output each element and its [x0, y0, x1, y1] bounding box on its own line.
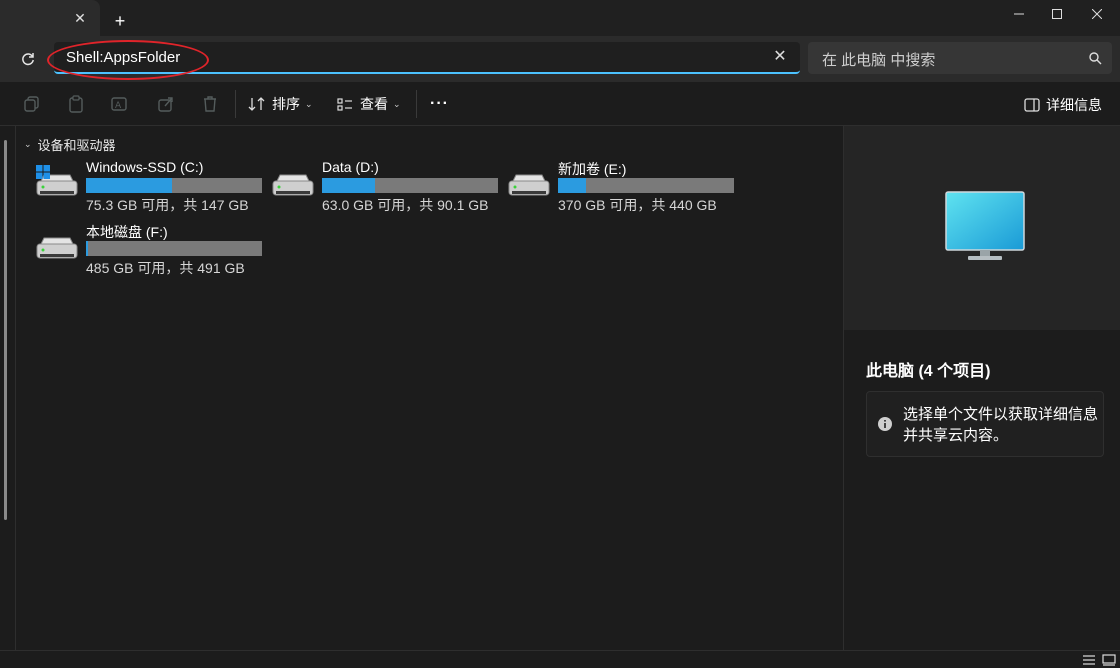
- refresh-button[interactable]: [18, 49, 38, 69]
- toolbar-divider: [416, 90, 417, 118]
- details-title: 此电脑 (4 个项目): [866, 363, 991, 380]
- svg-text:A: A: [115, 101, 122, 111]
- drive-free-space: 485 GB 可用，共 491 GB: [86, 260, 245, 276]
- share-icon[interactable]: [156, 94, 176, 114]
- delete-icon[interactable]: [200, 94, 220, 114]
- title-bar: ✕ +: [0, 0, 1120, 36]
- hard-drive-icon: [272, 174, 314, 196]
- new-tab-icon[interactable]: +: [112, 12, 128, 30]
- drive-usage-fill: [86, 178, 173, 193]
- drive-free-space: 75.3 GB 可用，共 147 GB: [86, 197, 249, 213]
- chevron-down-icon: ⌄: [393, 98, 401, 109]
- drive-name: Data (D:): [322, 159, 379, 175]
- copy-icon[interactable]: [22, 94, 42, 114]
- drive-usage-bar: [86, 241, 262, 256]
- preview-area: [844, 126, 1120, 330]
- drive-name: 本地磁盘 (F:): [86, 224, 168, 240]
- more-options-button[interactable]: ···: [430, 92, 449, 116]
- hard-drive-icon: [36, 237, 78, 259]
- paste-icon[interactable]: [66, 94, 86, 114]
- drive-free-space: 63.0 GB 可用，共 90.1 GB: [322, 197, 489, 213]
- rename-icon[interactable]: A: [110, 94, 130, 114]
- minimize-icon: [1014, 13, 1024, 15]
- command-bar: A 排序 ⌄ 查看 ⌄ ··· 详细信息: [0, 82, 1120, 126]
- sort-button[interactable]: 排序 ⌄: [248, 92, 313, 116]
- sort-icon: [248, 97, 265, 111]
- clear-address-icon[interactable]: ✕: [772, 49, 788, 65]
- scrollbar-thumb[interactable]: [4, 140, 7, 520]
- windows-logo-icon: [36, 165, 50, 179]
- group-header[interactable]: ⌄ 设备和驱动器: [24, 135, 116, 154]
- search-input[interactable]: 在 此电脑 中搜索: [822, 49, 935, 70]
- info-card: 选择单个文件以获取详细信息并共享云内容。: [866, 391, 1104, 457]
- drive-usage-fill: [558, 178, 587, 193]
- view-button[interactable]: 查看 ⌄: [336, 92, 401, 116]
- toolbar-divider: [235, 90, 236, 118]
- drive-usage-fill: [86, 241, 88, 256]
- drive-item[interactable]: 本地磁盘 (F:) 485 GB 可用，共 491 GB: [36, 222, 266, 276]
- search-box[interactable]: 在 此电脑 中搜索: [808, 42, 1112, 74]
- file-list: ⌄ 设备和驱动器 Windows-SSD (C:) 75.3 GB 可用，共 1…: [16, 126, 843, 650]
- close-window-button[interactable]: [1074, 0, 1120, 28]
- details-button[interactable]: 详细信息: [1024, 95, 1102, 115]
- info-icon: [878, 417, 892, 431]
- drive-free-space: 370 GB 可用，共 440 GB: [558, 197, 717, 213]
- close-icon: [1092, 9, 1102, 19]
- group-label: 设备和驱动器: [37, 138, 116, 153]
- list-view-icon[interactable]: [1082, 654, 1096, 666]
- search-icon[interactable]: [1088, 51, 1102, 65]
- details-pane: 此电脑 (4 个项目) 选择单个文件以获取详细信息并共享云内容。: [843, 126, 1120, 650]
- view-label: 查看: [360, 96, 388, 112]
- tab-active[interactable]: ✕: [0, 0, 100, 36]
- computer-monitor-icon: [945, 191, 1025, 260]
- tab-close-icon[interactable]: ✕: [72, 10, 88, 26]
- refresh-icon: [22, 53, 34, 66]
- address-bar[interactable]: Shell:AppsFolder ✕: [54, 42, 800, 74]
- drive-name: Windows-SSD (C:): [86, 159, 204, 175]
- status-bar: [0, 650, 1120, 668]
- drive-name: 新加卷 (E:): [558, 161, 627, 177]
- chevron-down-icon: ⌄: [24, 139, 32, 149]
- info-text: 选择单个文件以获取详细信息并共享云内容。: [903, 406, 1099, 444]
- drive-usage-bar: [558, 178, 734, 193]
- chevron-down-icon: ⌄: [305, 98, 313, 109]
- drive-usage-bar: [86, 178, 262, 193]
- drive-item[interactable]: Data (D:) 63.0 GB 可用，共 90.1 GB: [272, 159, 502, 213]
- hard-drive-icon: [508, 174, 550, 196]
- drive-item[interactable]: 新加卷 (E:) 370 GB 可用，共 440 GB: [508, 159, 738, 213]
- details-label: 详细信息: [1046, 97, 1102, 113]
- address-row: Shell:AppsFolder ✕ 在 此电脑 中搜索: [0, 36, 1120, 82]
- tiles-view-icon[interactable]: [1102, 654, 1116, 666]
- drive-usage-fill: [322, 178, 375, 193]
- address-input[interactable]: Shell:AppsFolder: [66, 49, 180, 66]
- view-icon: [337, 98, 352, 111]
- maximize-icon: [1052, 9, 1062, 19]
- drive-item[interactable]: Windows-SSD (C:) 75.3 GB 可用，共 147 GB: [36, 159, 266, 213]
- navigation-pane-scrollbar[interactable]: [0, 126, 16, 650]
- drive-usage-bar: [322, 178, 498, 193]
- more-icon: ···: [430, 95, 449, 112]
- sort-label: 排序: [272, 96, 300, 112]
- details-pane-icon: [1024, 98, 1040, 112]
